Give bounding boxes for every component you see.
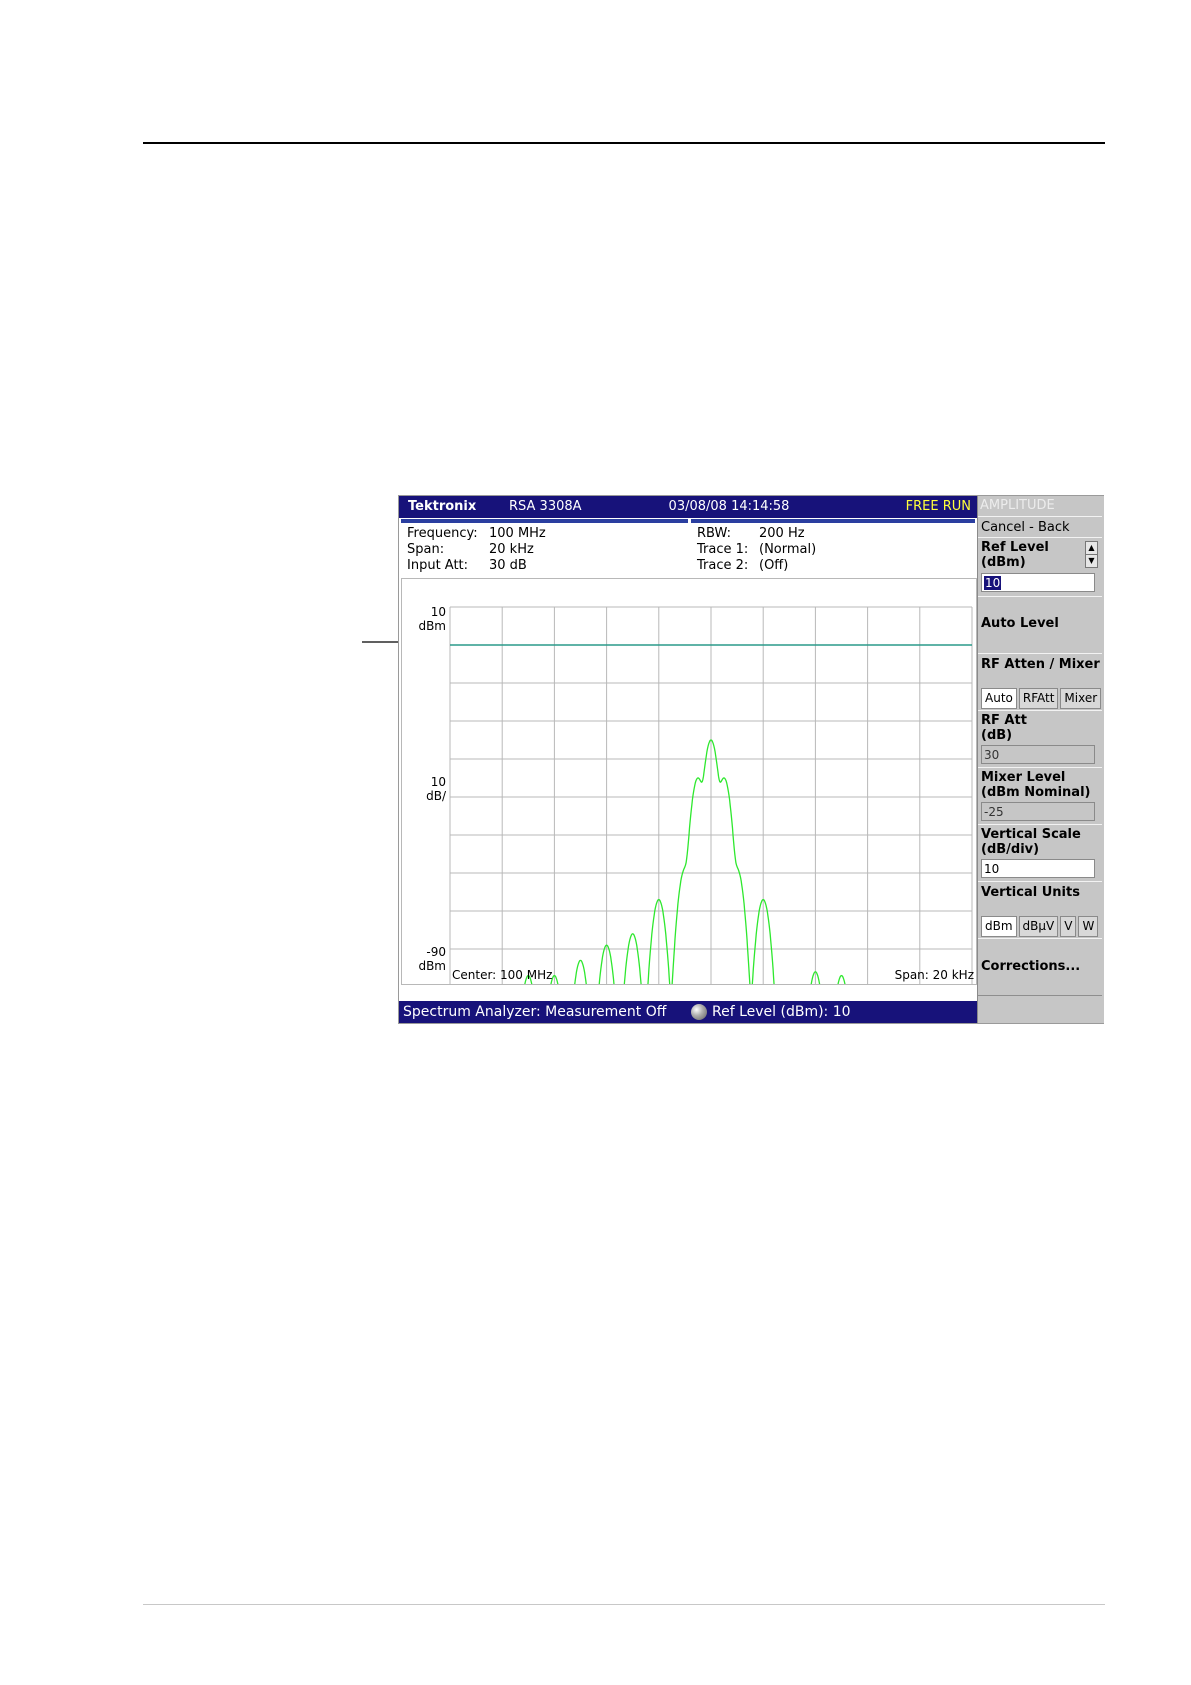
menu-title: AMPLITUDE <box>980 498 1055 513</box>
mixer-level-label: Mixer Level <box>981 770 1066 785</box>
view-indicator-left <box>401 519 688 523</box>
mixer-level-field[interactable]: -25 <box>981 802 1095 821</box>
rf-att-button[interactable]: RF Att (dB) 30 <box>978 710 1102 768</box>
y-bottom-value: -90 <box>426 945 446 959</box>
corrections-label: Corrections... <box>981 959 1081 974</box>
status-message: Spectrum Analyzer: Measurement Off <box>403 1004 667 1020</box>
ref-level-label: Ref Level <box>981 540 1049 555</box>
spin-down-icon[interactable]: ▼ <box>1085 554 1098 568</box>
date-time: 03/08/08 14:14:58 <box>668 499 790 514</box>
rf-att-unit: (dB) <box>981 728 1013 743</box>
unit-option-dbm[interactable]: dBm <box>981 916 1017 937</box>
ref-level-input[interactable]: 10 <box>981 573 1095 592</box>
knob-function: Ref Level (dBm): 10 <box>712 1004 851 1020</box>
amplitude-side-menu: AMPLITUDE Cancel - Back Ref Level (dBm) … <box>977 496 1104 1023</box>
trace2-label: Trace 2: <box>697 558 749 573</box>
vertical-scale-input[interactable]: 10 <box>981 859 1095 878</box>
run-state: FREE RUN <box>905 499 971 514</box>
y-top-value: 10 <box>430 605 446 619</box>
y-top-label: 10 dBm <box>404 605 446 633</box>
spin-up-icon[interactable]: ▲ <box>1085 541 1098 555</box>
atten-option-mixer[interactable]: Mixer <box>1060 688 1102 709</box>
mixer-level-unit: (dBm Nominal) <box>981 785 1091 800</box>
input-att-label: Input Att: <box>407 558 469 573</box>
vertical-scale-button[interactable]: Vertical Scale (dB/div) 10 <box>978 824 1102 882</box>
trace1-label: Trace 1: <box>697 542 749 557</box>
atten-mode-options: Auto RFAtt Mixer <box>981 688 1102 709</box>
spectrum-plot[interactable]: 10 dBm 10 dB/ -90 dBm Center: 100 MHz Sp… <box>401 578 977 985</box>
rf-att-label: RF Att <box>981 713 1027 728</box>
span-footer-label: Span: 20 kHz <box>894 968 974 982</box>
ref-level-value: 10 <box>984 576 1002 590</box>
cancel-back-button[interactable]: Cancel - Back <box>978 516 1102 538</box>
vertical-scale-label: Vertical Scale <box>981 827 1081 842</box>
page-bottom-rule <box>143 1604 1105 1605</box>
unit-option-v[interactable]: V <box>1060 916 1077 937</box>
rf-att-field[interactable]: 30 <box>981 745 1095 764</box>
input-att-value: 30 dB <box>489 558 527 573</box>
rbw-label: RBW: <box>697 526 731 541</box>
vertical-scale-unit: (dB/div) <box>981 842 1040 857</box>
atten-option-auto[interactable]: Auto <box>981 688 1017 709</box>
settings-left: Frequency: 100 MHz Span: 20 kHz Input Att:… <box>407 526 697 574</box>
unit-option-dbuv[interactable]: dBμV <box>1018 916 1059 937</box>
vertical-units-button[interactable]: Vertical Units dBm dBμV V W <box>978 881 1102 939</box>
ref-level-unit: (dBm) <box>981 555 1026 570</box>
atten-option-rfatt[interactable]: RFAtt <box>1018 688 1059 709</box>
center-frequency-label: Center: 100 MHz <box>452 968 553 982</box>
trace2-value: (Off) <box>759 558 789 573</box>
span-value: 20 kHz <box>489 542 534 557</box>
analyzer-screen: Tektronix RSA 3308A 03/08/08 14:14:58 FR… <box>398 495 1104 1024</box>
ref-level-button[interactable]: Ref Level (dBm) ▲ ▼ 10 <box>978 537 1102 597</box>
y-scale-unit: dB/ <box>426 789 446 803</box>
spectrum-graticule <box>449 606 973 984</box>
frequency-value: 100 MHz <box>489 526 546 541</box>
mixer-level-button[interactable]: Mixer Level (dBm Nominal) -25 <box>978 767 1102 825</box>
unit-option-w[interactable]: W <box>1078 916 1099 937</box>
y-top-unit: dBm <box>418 619 446 633</box>
y-bottom-unit: dBm <box>418 959 446 973</box>
corrections-button[interactable]: Corrections... <box>978 938 1102 996</box>
view-indicator-bar <box>399 518 977 524</box>
view-indicator-right <box>691 519 975 523</box>
y-bottom-label: -90 dBm <box>404 945 446 973</box>
cancel-back-label: Cancel - Back <box>981 520 1070 535</box>
rf-atten-mixer-label: RF Atten / Mixer <box>981 657 1100 672</box>
rf-atten-mixer-button[interactable]: RF Atten / Mixer Auto RFAtt Mixer <box>978 653 1102 711</box>
auto-level-button[interactable]: Auto Level <box>978 596 1102 654</box>
span-label: Span: <box>407 542 445 557</box>
knob-icon <box>691 1004 707 1020</box>
frequency-label: Frequency: <box>407 526 478 541</box>
vertical-units-label: Vertical Units <box>981 885 1080 900</box>
brand-logo: Tektronix <box>408 499 477 514</box>
settings-right: RBW: 200 Hz Trace 1: (Normal) Trace 2: (Off… <box>697 526 967 574</box>
y-scale-label: 10 dB/ <box>404 775 446 803</box>
auto-level-label: Auto Level <box>981 616 1059 631</box>
trace1-value: (Normal) <box>759 542 817 557</box>
model-name: RSA 3308A <box>509 499 582 514</box>
page-top-rule <box>143 142 1105 144</box>
rbw-value: 200 Hz <box>759 526 805 541</box>
vertical-units-options: dBm dBμV V W <box>981 916 1099 937</box>
status-bar: Spectrum Analyzer: Measurement Off Ref L… <box>399 1001 977 1023</box>
title-bar: Tektronix RSA 3308A 03/08/08 14:14:58 FR… <box>399 496 977 518</box>
y-scale-value: 10 <box>430 775 446 789</box>
